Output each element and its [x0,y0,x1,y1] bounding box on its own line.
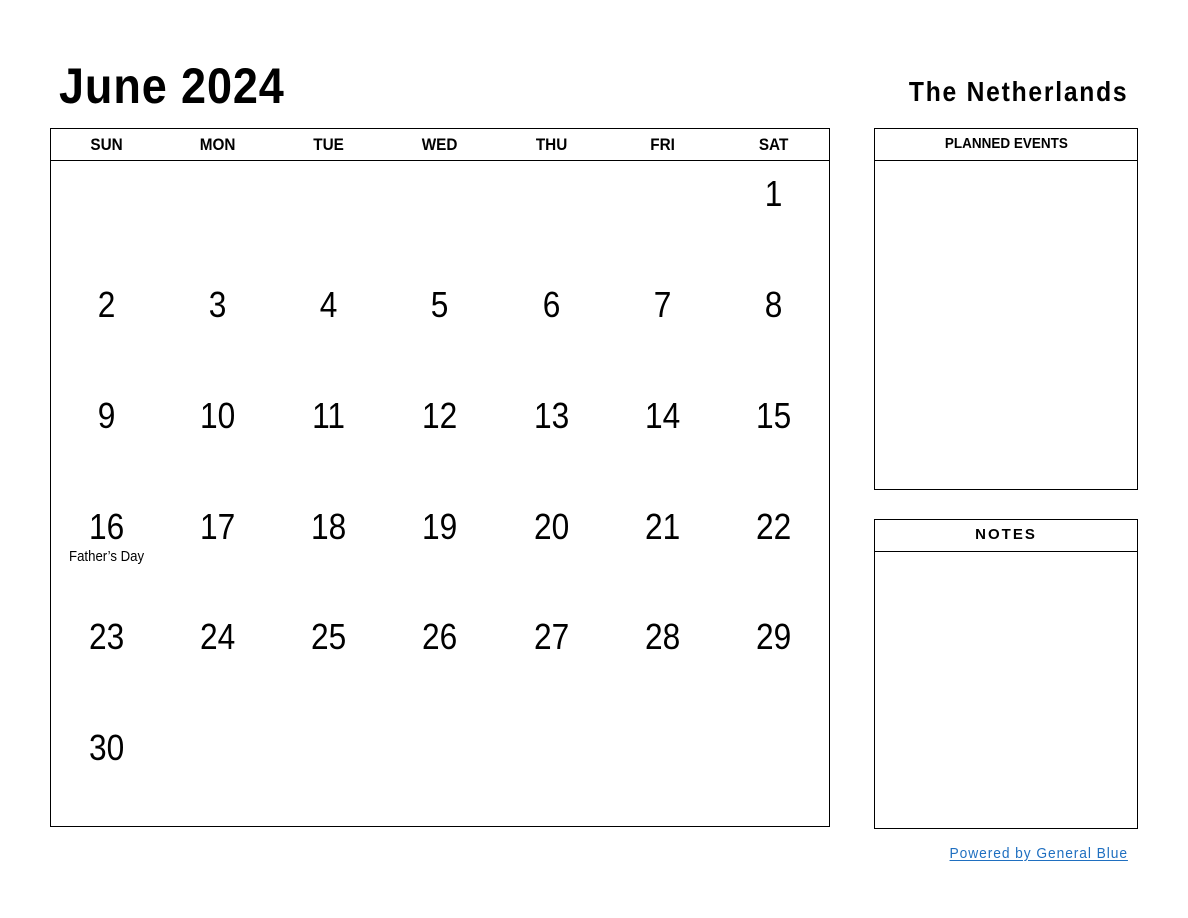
empty-day-cell [162,161,273,272]
day-cell: 21 [607,494,718,605]
day-number: 5 [431,283,449,325]
country-name: The Netherlands [908,76,1128,107]
weekday-fri: FRI [649,135,675,154]
day-number: 20 [533,505,569,547]
day-cell: 12 [384,383,495,494]
day-number: 21 [644,505,680,547]
day-number: 17 [200,505,236,547]
planned-events-header: PLANNED EVENTS [875,129,1137,161]
day-cell: 14 [607,383,718,494]
empty-day-cell [607,161,718,272]
day-cell: 4 [273,272,384,383]
day-cell: 26 [384,604,495,715]
calendar-grid: SUN MON TUE WED THU FRI SAT 1 2 3 4 5 6 7 8 9 10 1… [50,128,830,827]
day-number: 23 [88,616,125,658]
day-cell: 7 [607,272,718,383]
day-number: 13 [533,394,569,436]
notes-header: NOTES [875,520,1137,552]
day-number: 16 [88,505,125,547]
day-number: 9 [97,394,116,436]
weekday-header-row: SUN MON TUE WED THU FRI SAT [51,129,829,161]
day-cell: 18 [273,494,384,605]
planned-events-panel: PLANNED EVENTS [874,128,1138,490]
day-cell: 16 Father’s Day [51,494,162,605]
day-cell: 1 [718,161,829,272]
day-number: 12 [422,394,458,436]
weekday-tue: TUE [313,135,345,154]
day-number: 26 [422,616,458,658]
day-cell: 17 [162,494,273,605]
weekday-wed: WED [422,135,458,154]
day-cell: 30 [51,715,162,826]
holiday-label: Father’s Day [69,547,145,565]
day-number: 8 [764,283,783,325]
day-cell: 22 [718,494,829,605]
day-cell: 28 [607,604,718,715]
weekday-sun: SUN [90,135,123,154]
empty-day-cell [718,715,829,826]
empty-day-cell [273,161,384,272]
day-number: 27 [533,616,569,658]
day-number: 11 [312,394,346,436]
day-cell: 15 [718,383,829,494]
day-number: 6 [542,283,560,325]
powered-by-link[interactable]: Powered by General Blue [950,845,1128,862]
day-cell: 9 [51,383,162,494]
planned-events-area[interactable] [875,161,1137,489]
day-number: 25 [311,616,347,658]
day-number: 30 [88,727,125,769]
day-number: 28 [644,616,680,658]
days-grid: 1 2 3 4 5 6 7 8 9 10 11 12 13 14 15 16 Father’s Day 17 18 1… [51,161,829,826]
day-number: 29 [755,616,792,658]
day-number: 2 [97,283,116,325]
day-number: 3 [208,283,227,325]
day-number: 18 [311,505,347,547]
notes-panel: NOTES [874,519,1138,829]
empty-day-cell [496,715,607,826]
day-cell: 20 [496,494,607,605]
day-number: 14 [644,394,680,436]
day-cell: 29 [718,604,829,715]
day-cell: 24 [162,604,273,715]
day-number: 7 [653,283,672,325]
empty-day-cell [384,715,495,826]
day-number: 10 [200,394,236,436]
month-title: June 2024 [59,58,285,114]
empty-day-cell [273,715,384,826]
day-cell: 19 [384,494,495,605]
weekday-sat: SAT [758,135,789,154]
day-cell: 23 [51,604,162,715]
day-cell: 10 [162,383,273,494]
day-cell: 5 [384,272,495,383]
day-number: 24 [200,616,236,658]
weekday-thu: THU [535,135,567,154]
notes-title: NOTES [975,526,1037,543]
notes-area[interactable] [875,552,1137,828]
empty-day-cell [162,715,273,826]
day-number: 22 [755,505,792,547]
day-number: 15 [755,394,792,436]
day-cell: 2 [51,272,162,383]
day-cell: 6 [496,272,607,383]
empty-day-cell [496,161,607,272]
empty-day-cell [384,161,495,272]
day-cell: 13 [496,383,607,494]
day-cell: 25 [273,604,384,715]
day-cell: 3 [162,272,273,383]
empty-day-cell [51,161,162,272]
day-number: 1 [764,173,783,214]
day-number: 19 [422,505,458,547]
day-cell: 27 [496,604,607,715]
empty-day-cell [607,715,718,826]
day-cell: 11 [273,383,384,494]
weekday-mon: MON [199,135,236,154]
day-number: 4 [320,283,338,325]
day-cell: 8 [718,272,829,383]
planned-events-title: PLANNED EVENTS [944,135,1068,152]
